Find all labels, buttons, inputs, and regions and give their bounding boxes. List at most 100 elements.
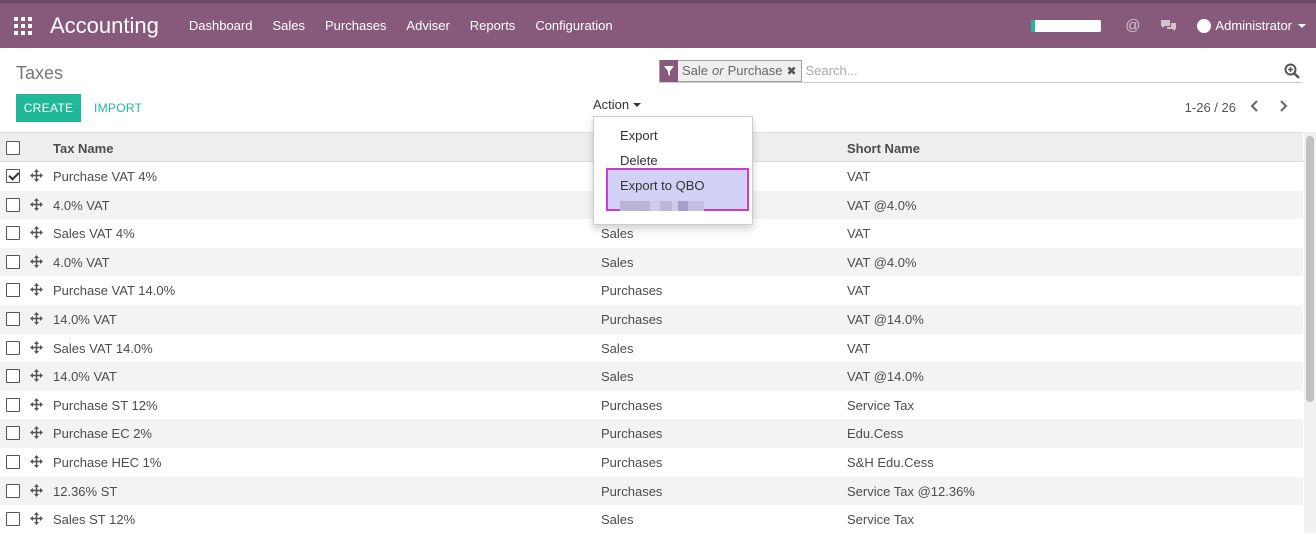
drag-handle-icon[interactable] (30, 426, 43, 442)
cell-tax-scope: Sales (601, 512, 634, 528)
search-facet[interactable]: Sale or Purchase ✖ (659, 59, 802, 82)
header-short-name[interactable]: Short Name (847, 141, 920, 156)
pager-value[interactable]: 1-26 / 26 (1185, 100, 1236, 115)
chevron-right-icon[interactable] (1278, 100, 1288, 115)
cell-tax-name: Sales ST 12% (53, 512, 136, 528)
blurred-item (620, 201, 704, 211)
row-checkbox[interactable] (6, 283, 20, 298)
action-dropdown-menu: Export Delete Export to QBO (593, 116, 753, 225)
drag-handle-icon[interactable] (30, 311, 43, 328)
cell-tax-scope: Purchases (601, 426, 663, 442)
cell-short-name: VAT @4.0% (847, 197, 917, 213)
cell-tax-scope: Purchases (601, 483, 663, 499)
table-row[interactable]: Purchase EC 2% Purchases Edu.Cess (0, 419, 1303, 448)
cell-short-name: Edu.Cess (847, 426, 904, 442)
table-row[interactable]: Purchase HEC 1% Purchases S&H Edu.Cess (0, 448, 1303, 477)
user-name: Administrator (1215, 18, 1292, 33)
header-tax-name[interactable]: Tax Name (53, 141, 113, 156)
drag-handle-icon[interactable] (30, 340, 43, 357)
drag-handle-icon[interactable] (30, 512, 43, 528)
cell-short-name: Service Tax (847, 397, 914, 413)
cell-short-name: VAT (847, 283, 871, 299)
menu-item-purchases[interactable]: Purchases (325, 18, 386, 33)
menu-item-adviser[interactable]: Adviser (406, 18, 449, 33)
row-checkbox[interactable] (6, 512, 20, 527)
user-menu[interactable]: Administrator (1197, 18, 1306, 33)
facet-label: Sale or Purchase (682, 63, 783, 78)
drag-handle-icon[interactable] (30, 483, 43, 500)
row-checkbox[interactable] (6, 340, 20, 355)
cell-tax-name: Purchase ST 12% (53, 397, 158, 413)
row-checkbox[interactable] (6, 483, 20, 498)
cell-short-name: VAT @14.0% (847, 311, 924, 327)
mention-icon[interactable]: @ (1125, 17, 1140, 34)
action-dropdown-toggle[interactable]: Action (593, 97, 642, 112)
row-checkbox[interactable] (6, 397, 20, 412)
menu-item-export-to-qbo[interactable]: Export to QBO (606, 168, 749, 211)
cell-tax-scope: Sales (601, 226, 634, 242)
drag-handle-icon[interactable] (30, 283, 43, 299)
cell-tax-name: Purchase EC 2% (53, 426, 152, 442)
main-menu: Dashboard Sales Purchases Adviser Report… (189, 18, 633, 33)
table-row[interactable]: Purchase ST 12% Purchases Service Tax (0, 391, 1303, 420)
drag-handle-icon[interactable] (30, 254, 43, 271)
cell-short-name: VAT @14.0% (847, 369, 924, 385)
table-row[interactable]: Sales VAT 14.0% Sales VAT (0, 334, 1303, 363)
table-row[interactable]: 14.0% VAT Purchases VAT @14.0% (0, 304, 1303, 334)
cell-short-name: VAT @4.0% (847, 254, 917, 270)
filter-icon (660, 59, 678, 82)
row-checkbox[interactable] (6, 169, 20, 183)
menu-item-delete[interactable]: Delete (620, 153, 658, 168)
caret-down-icon (1298, 23, 1306, 28)
scrollbar-thumb[interactable] (1306, 136, 1314, 402)
row-checkbox[interactable] (6, 197, 20, 212)
row-checkbox[interactable] (6, 226, 20, 241)
drag-handle-icon[interactable] (30, 397, 43, 414)
create-button[interactable]: CREATE (16, 94, 81, 122)
cell-tax-name: 4.0% VAT (53, 254, 110, 270)
cell-short-name: VAT (847, 169, 871, 184)
progress-bar[interactable] (1031, 19, 1102, 32)
cell-tax-name: 14.0% VAT (53, 369, 117, 385)
top-navbar: Accounting Dashboard Sales Purchases Adv… (0, 0, 1316, 48)
action-label: Action (593, 97, 630, 112)
table-row[interactable]: 4.0% VAT Sales VAT @4.0% (0, 247, 1303, 277)
facet-remove-icon[interactable]: ✖ (787, 64, 801, 78)
cell-tax-name: 12.36% ST (53, 483, 118, 499)
search-options-icon[interactable] (1284, 63, 1300, 82)
drag-handle-icon[interactable] (30, 169, 43, 185)
menu-item-configuration[interactable]: Configuration (535, 18, 612, 33)
cell-tax-name: 4.0% VAT (53, 197, 110, 213)
cell-short-name: Service Tax @12.36% (847, 483, 975, 499)
menu-item-export[interactable]: Export (620, 128, 658, 143)
apps-grid-icon[interactable] (0, 3, 46, 48)
drag-handle-icon[interactable] (30, 226, 43, 242)
row-checkbox[interactable] (6, 369, 20, 384)
search-input[interactable] (805, 63, 1276, 78)
row-checkbox[interactable] (6, 454, 20, 469)
menu-item-reports[interactable]: Reports (470, 18, 516, 33)
import-button[interactable]: IMPORT (94, 101, 142, 115)
menu-item-dashboard[interactable]: Dashboard (189, 18, 253, 33)
cell-tax-name: Purchase VAT 4% (53, 169, 158, 184)
cell-tax-scope: Purchases (601, 311, 663, 327)
drag-handle-icon[interactable] (30, 454, 43, 471)
table-row[interactable]: 12.36% ST Purchases Service Tax @12.36% (0, 476, 1303, 506)
cell-tax-scope: Sales (601, 340, 634, 356)
drag-handle-icon[interactable] (30, 197, 43, 214)
table-row[interactable]: Sales ST 12% Sales Service Tax (0, 505, 1303, 534)
table-row[interactable]: 14.0% VAT Sales VAT @14.0% (0, 362, 1303, 391)
row-checkbox[interactable] (6, 311, 20, 326)
cell-tax-scope: Purchases (601, 397, 663, 413)
row-checkbox[interactable] (6, 254, 20, 269)
drag-handle-icon[interactable] (30, 369, 43, 385)
select-all-checkbox[interactable] (6, 141, 20, 155)
row-checkbox[interactable] (6, 426, 20, 441)
menu-item-sales[interactable]: Sales (272, 18, 305, 33)
chat-icon[interactable] (1160, 19, 1177, 33)
scrollbar[interactable] (1304, 132, 1316, 533)
table-row[interactable]: Purchase VAT 14.0% Purchases VAT (0, 276, 1303, 305)
chevron-left-icon[interactable] (1250, 100, 1260, 115)
app-title: Accounting (50, 12, 159, 38)
cell-tax-name: Purchase VAT 14.0% (53, 283, 176, 299)
